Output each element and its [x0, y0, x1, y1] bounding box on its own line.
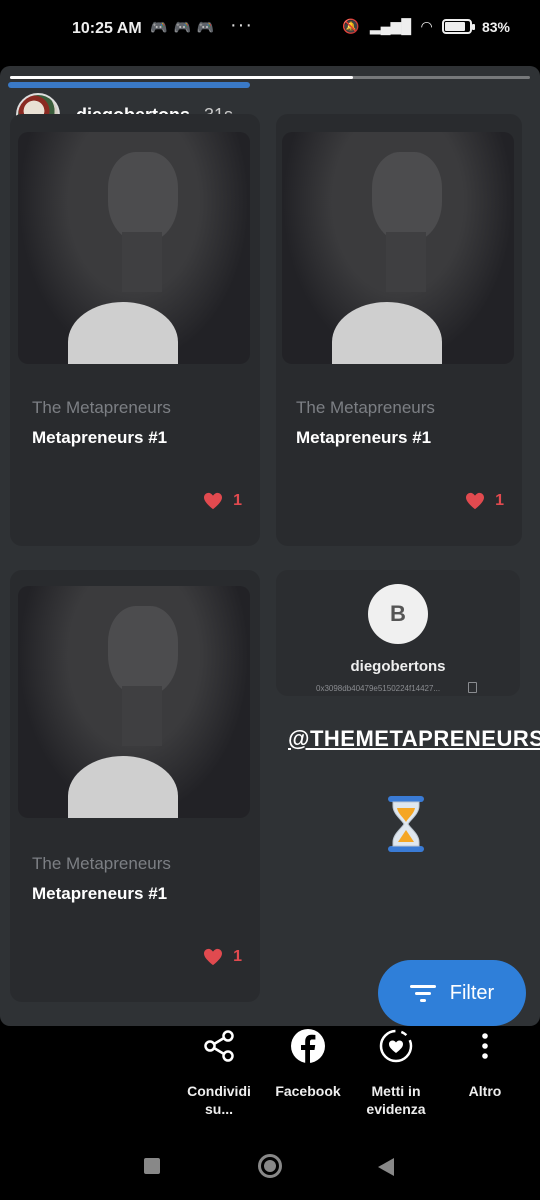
status-time: 10:25 AM	[72, 20, 142, 37]
share-label: Condividi su...	[187, 1083, 251, 1117]
nft-image	[18, 586, 250, 818]
back-icon[interactable]	[378, 1158, 394, 1176]
nft-card[interactable]: The Metapreneurs Metapreneurs #1 1	[276, 114, 522, 546]
nft-card[interactable]: The Metapreneurs Metapreneurs #1 1	[10, 114, 260, 546]
share-icon	[204, 1030, 234, 1062]
nft-name: Metapreneurs #1	[32, 884, 168, 903]
more-notifications-icon: ···	[230, 14, 253, 36]
nft-name: Metapreneurs #1	[296, 428, 432, 447]
more-button[interactable]: Altro	[440, 1026, 530, 1100]
share-actions: Condividi su... Facebook Metti in eviden…	[0, 1026, 540, 1136]
game-icon: 🎮	[196, 19, 215, 35]
highlight-button[interactable]: Metti in evidenza	[351, 1026, 441, 1118]
highlight-heart-icon	[379, 1029, 413, 1063]
story-progress-fill	[10, 76, 354, 79]
copy-icon[interactable]	[468, 682, 477, 693]
story-progress-bar	[10, 76, 530, 79]
nft-image	[282, 132, 514, 364]
nft-image	[18, 132, 250, 364]
likes[interactable]: 1	[203, 492, 242, 510]
filter-icon	[409, 985, 436, 1002]
home-icon[interactable]	[258, 1154, 282, 1178]
filter-button[interactable]: Filter	[378, 960, 526, 1026]
notification-icons: 🎮 🎮 🎮	[150, 19, 214, 36]
more-label: Altro	[468, 1083, 502, 1099]
heart-icon	[204, 948, 223, 966]
profile-card[interactable]: B diegobertons 0x3098db40479e5150224f144…	[276, 570, 520, 696]
status-right: 🔕 ▂▄▆█ ◠ 83%	[342, 18, 510, 35]
recent-apps-icon[interactable]	[144, 1158, 160, 1174]
collection-name: The Metapreneurs	[32, 398, 171, 417]
game-icon: 🎮	[150, 19, 168, 35]
facebook-icon	[291, 1029, 325, 1064]
more-vertical-icon	[482, 1033, 488, 1059]
battery-icon	[441, 19, 475, 34]
facebook-button[interactable]: Facebook	[263, 1026, 353, 1100]
navigation-bar	[0, 1136, 540, 1200]
wifi-icon: ◠	[421, 18, 432, 34]
like-count: 1	[233, 948, 242, 965]
status-bar: 10:25 AM 🎮 🎮 🎮 ··· 🔕 ▂▄▆█ ◠ 83%	[0, 0, 540, 62]
likes[interactable]: 1	[203, 948, 242, 966]
filter-label: Filter	[449, 981, 495, 1004]
story-viewer[interactable]: + diegobertons 31s The Metapreneurs Meta…	[0, 66, 540, 1026]
battery-fill	[444, 22, 465, 31]
likes[interactable]: 1	[465, 492, 504, 510]
profile-logo: B	[368, 584, 428, 644]
like-count: 1	[495, 492, 504, 509]
battery-percent: 83%	[481, 18, 510, 35]
nft-name: Metapreneurs #1	[32, 428, 168, 447]
heart-icon	[204, 492, 223, 510]
game-icon: 🎮	[173, 19, 191, 35]
blue-strip	[8, 82, 250, 88]
heart-icon	[466, 492, 485, 510]
profile-name: diegobertons	[350, 658, 446, 675]
collection-name: The Metapreneurs	[32, 854, 171, 873]
collection-name: The Metapreneurs	[296, 398, 435, 417]
wallet-address: 0x3098db40479e5150224f14427...	[316, 684, 441, 693]
highlight-label: Metti in evidenza	[366, 1083, 426, 1117]
nft-card[interactable]: The Metapreneurs Metapreneurs #1 1	[10, 570, 260, 1002]
share-button[interactable]: Condividi su...	[174, 1026, 264, 1118]
mention-sticker[interactable]: @THEMETAPRENEURS	[288, 726, 540, 752]
mute-icon: 🔕	[342, 18, 360, 34]
like-count: 1	[233, 492, 242, 509]
signal-icon: ▂▄▆█	[369, 18, 412, 34]
facebook-label: Facebook	[275, 1083, 341, 1099]
hourglass-icon	[388, 796, 424, 852]
